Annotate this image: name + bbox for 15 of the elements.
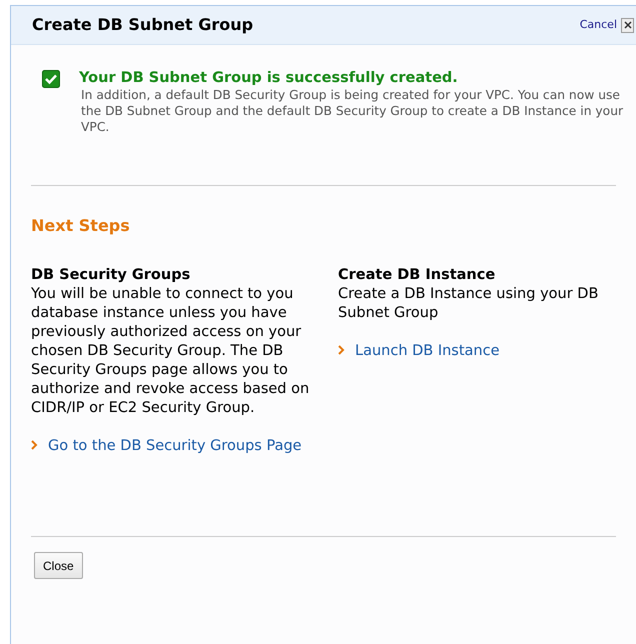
column-text: Create a DB Instance using your DB Subnet Group [338, 285, 600, 323]
column-title: DB Security Groups [31, 266, 192, 285]
cancel-link[interactable]: Cancel [580, 16, 617, 34]
next-step-link[interactable]: Launch DB Instance [355, 343, 500, 359]
section-heading: Next Steps [31, 215, 131, 237]
dialog-title: Create DB Subnet Group [32, 14, 254, 36]
success-heading: Your DB Subnet Group is successfully created. [79, 69, 459, 87]
success-message: In addition, a default DB Security Group is being created for your VPC. You can now use the DB Subnet Group and the default DB Security Group to create a DB Instance in your VPC. [80, 87, 624, 135]
close-button[interactable]: Close [34, 552, 83, 579]
close-icon[interactable] [621, 18, 634, 32]
column-title: Create DB Instance [338, 266, 496, 285]
chevron-icon [31, 440, 38, 450]
column-text: You will be unable to connect to you database instance unless you have previously authorized access on your chosen DB Security Group. The DB Security Groups page allows you to authorize and revoke access based on CIDR/IP or EC2 Security Group. [31, 285, 310, 418]
chevron-icon [338, 345, 345, 355]
next-step-link[interactable]: Go to the DB Security Groups Page [48, 438, 302, 454]
